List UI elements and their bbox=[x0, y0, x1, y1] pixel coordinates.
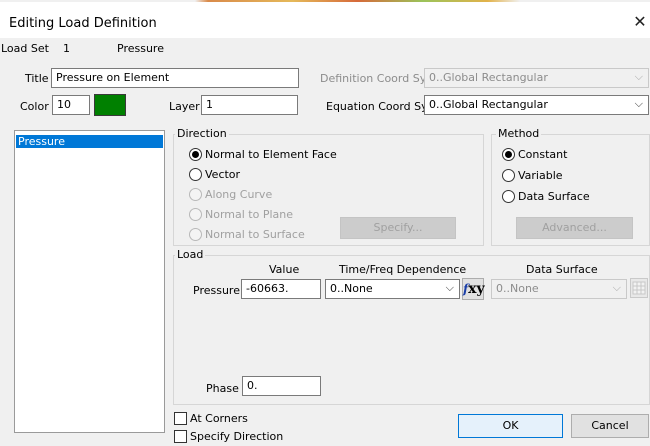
method-radio-constant[interactable] bbox=[502, 148, 515, 161]
direction-label: Direction bbox=[175, 127, 229, 140]
grid-icon[interactable] bbox=[630, 278, 648, 298]
cancel-button[interactable]: Cancel bbox=[571, 414, 649, 438]
ok-button[interactable]: OK bbox=[458, 414, 563, 438]
specify-direction-checkbox[interactable] bbox=[174, 430, 187, 443]
equation-coord-value: 0..Global Rectangular bbox=[429, 98, 548, 111]
close-icon[interactable]: ✕ bbox=[632, 14, 648, 30]
direction-radio-along-curve[interactable] bbox=[189, 188, 202, 201]
color-swatch-button[interactable] bbox=[94, 94, 126, 116]
time-dependence-header: Time/Freq Dependence bbox=[339, 263, 467, 276]
title-bar: Editing Load Definition ✕ bbox=[0, 2, 650, 38]
definition-coord-select[interactable]: 0..Global Rectangular ⌵ bbox=[424, 68, 649, 88]
load-set-value: 1 bbox=[63, 42, 70, 55]
layer-input[interactable]: 1 bbox=[201, 95, 298, 115]
method-option-label: Variable bbox=[518, 169, 563, 182]
layer-label: Layer bbox=[169, 100, 200, 113]
data-surface-header: Data Surface bbox=[526, 263, 598, 276]
fxy-label: xy bbox=[468, 281, 485, 297]
direction-radio-vector[interactable] bbox=[189, 168, 202, 181]
data-surface-value: 0..None bbox=[496, 282, 539, 295]
direction-radio-normal-surface[interactable] bbox=[189, 228, 202, 241]
definition-coord-value: 0..Global Rectangular bbox=[429, 71, 548, 84]
window-title: Editing Load Definition bbox=[9, 16, 157, 31]
direction-option-label: Normal to Surface bbox=[205, 228, 305, 241]
direction-radio-normal-plane[interactable] bbox=[189, 208, 202, 221]
title-input[interactable]: Pressure on Element bbox=[51, 68, 299, 88]
load-list[interactable]: Pressure bbox=[14, 130, 165, 433]
phase-input[interactable]: 0. bbox=[242, 376, 321, 396]
direction-option-label: Normal to Element Face bbox=[205, 148, 337, 161]
method-label: Method bbox=[496, 127, 542, 140]
data-surface-select[interactable]: 0..None ⌵ bbox=[491, 279, 627, 299]
equation-coord-label: Equation Coord Sys bbox=[326, 100, 434, 113]
function-xy-button[interactable]: fxy bbox=[462, 278, 485, 300]
load-set-label: Load Set bbox=[1, 42, 49, 55]
at-corners-label: At Corners bbox=[190, 412, 248, 425]
equation-coord-select[interactable]: 0..Global Rectangular ⌵ bbox=[424, 95, 649, 115]
method-option-label: Constant bbox=[518, 148, 568, 161]
time-dependence-select[interactable]: 0..None ⌵ bbox=[325, 279, 460, 299]
list-item[interactable]: Pressure bbox=[16, 135, 163, 148]
definition-coord-label: Definition Coord Sys bbox=[320, 72, 432, 85]
at-corners-checkbox[interactable] bbox=[174, 412, 187, 425]
color-input[interactable]: 10 bbox=[52, 95, 90, 115]
load-type-label: Pressure bbox=[117, 42, 164, 55]
specify-button[interactable]: Specify... bbox=[340, 217, 456, 239]
direction-option-label: Vector bbox=[205, 168, 241, 181]
load-label: Load bbox=[175, 248, 206, 261]
chevron-down-icon: ⌵ bbox=[612, 281, 621, 294]
color-label: Color bbox=[20, 100, 49, 113]
time-dependence-value: 0..None bbox=[330, 282, 373, 295]
value-header: Value bbox=[269, 263, 300, 276]
chevron-down-icon: ⌵ bbox=[634, 70, 643, 83]
chevron-down-icon: ⌵ bbox=[634, 97, 643, 110]
method-option-label: Data Surface bbox=[518, 190, 590, 203]
title-label: Title bbox=[25, 72, 49, 85]
advanced-button[interactable]: Advanced... bbox=[516, 217, 633, 239]
method-radio-data-surface[interactable] bbox=[502, 190, 515, 203]
direction-option-label: Along Curve bbox=[205, 188, 273, 201]
specify-direction-label: Specify Direction bbox=[190, 430, 284, 443]
method-radio-variable[interactable] bbox=[502, 169, 515, 182]
direction-option-label: Normal to Plane bbox=[205, 208, 294, 221]
phase-label: Phase bbox=[206, 382, 239, 395]
chevron-down-icon: ⌵ bbox=[445, 281, 454, 294]
direction-radio-normal-face[interactable] bbox=[189, 148, 202, 161]
pressure-input[interactable]: -60663. bbox=[241, 279, 321, 299]
pressure-label: Pressure bbox=[193, 284, 240, 297]
